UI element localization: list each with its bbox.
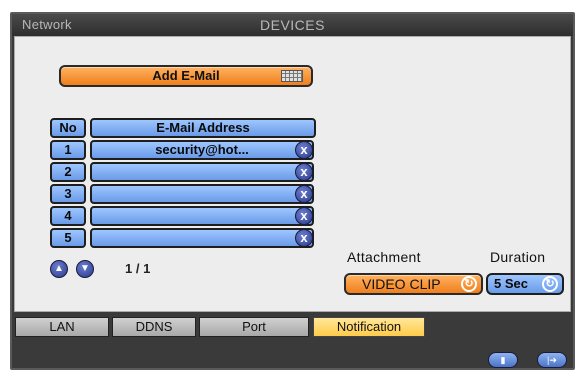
delete-icon[interactable]: x: [295, 185, 313, 203]
duration-select[interactable]: 5 Sec ↻: [486, 273, 564, 295]
notification-panel: Add E-Mail No E-Mail Address 1 security@…: [14, 36, 571, 312]
exit-icon: |➜: [547, 355, 557, 365]
email-address-field[interactable]: security@hot...: [90, 140, 314, 160]
column-header-no: No: [50, 118, 86, 138]
dvr-window: Network DEVICES Add E-Mail No E-Mail Add…: [10, 12, 575, 370]
row-number: 5: [50, 228, 86, 248]
cycle-icon: ↻: [461, 276, 477, 292]
keyboard-icon: [281, 70, 303, 82]
tab-lan[interactable]: LAN: [15, 317, 109, 337]
duration-label: Duration: [490, 249, 546, 265]
delete-icon[interactable]: x: [295, 141, 313, 159]
duration-value: 5 Sec: [494, 276, 528, 291]
email-address-field[interactable]: [90, 184, 314, 204]
attachment-value: VIDEO CLIP: [362, 276, 441, 292]
column-header-email: E-Mail Address: [90, 118, 316, 138]
tab-port[interactable]: Port: [199, 317, 309, 337]
attachment-select[interactable]: VIDEO CLIP ↻: [344, 273, 483, 295]
email-address-field[interactable]: [90, 228, 314, 248]
delete-icon[interactable]: x: [295, 207, 313, 225]
page-indicator: 1 / 1: [125, 261, 151, 276]
title-network: Network: [22, 17, 72, 32]
email-address-field[interactable]: [90, 206, 314, 226]
title-bar: Network DEVICES: [12, 14, 573, 36]
row-number: 4: [50, 206, 86, 226]
exit-button[interactable]: |➜: [537, 352, 567, 368]
save-button[interactable]: ▮: [488, 352, 518, 368]
tab-ddns[interactable]: DDNS: [112, 317, 196, 337]
row-number: 1: [50, 140, 86, 160]
tab-notification[interactable]: Notification: [313, 317, 425, 337]
row-number: 2: [50, 162, 86, 182]
cycle-icon: ↻: [542, 276, 558, 292]
add-email-button[interactable]: Add E-Mail: [59, 65, 313, 87]
delete-icon[interactable]: x: [295, 163, 313, 181]
email-address-field[interactable]: [90, 162, 314, 182]
row-number: 3: [50, 184, 86, 204]
save-icon: ▮: [500, 355, 506, 365]
up-arrow-icon[interactable]: ▲: [50, 260, 68, 278]
attachment-label: Attachment: [347, 249, 421, 265]
page-title: DEVICES: [260, 17, 325, 33]
add-email-label: Add E-Mail: [152, 68, 220, 83]
delete-icon[interactable]: x: [295, 229, 313, 247]
down-arrow-icon[interactable]: ▼: [76, 260, 94, 278]
